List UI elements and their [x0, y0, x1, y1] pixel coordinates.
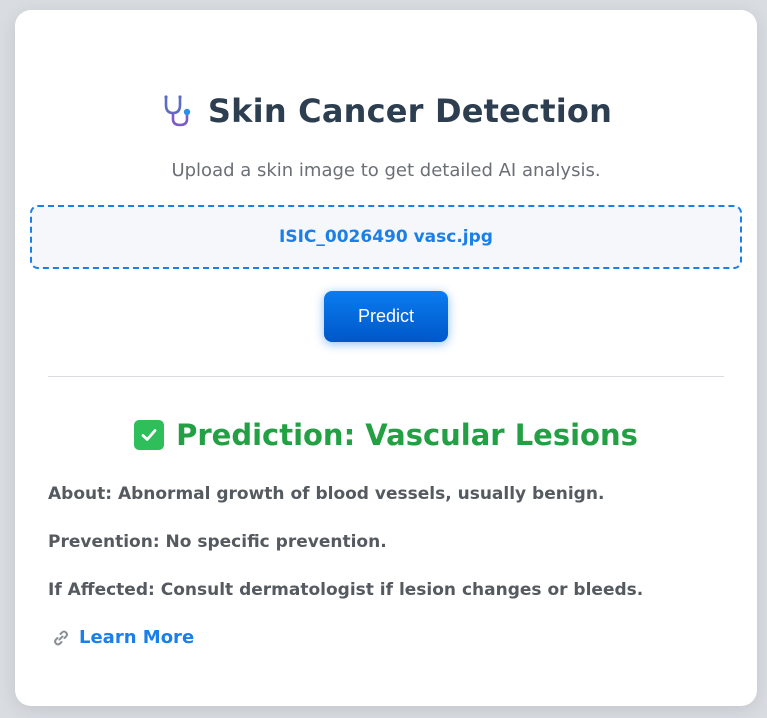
- page-title: Skin Cancer Detection: [207, 92, 613, 130]
- if-affected-text: If Affected: Consult dermatologist if le…: [48, 580, 644, 600]
- main-card: Skin Cancer Detection Upload a skin imag…: [15, 10, 757, 706]
- stethoscope-icon: [160, 93, 196, 129]
- check-icon: [134, 420, 165, 450]
- predict-button[interactable]: Predict: [324, 291, 448, 342]
- learn-more-row: Learn More: [51, 627, 194, 648]
- section-divider: [48, 376, 724, 377]
- page-subtitle: Upload a skin image to get detailed AI a…: [171, 160, 601, 181]
- file-upload-dropzone[interactable]: ISIC_0026490 vasc.jpg: [30, 205, 742, 269]
- prediction-label: Prediction: Vascular Lesions: [176, 418, 638, 452]
- header: Skin Cancer Detection: [15, 92, 757, 130]
- prediction-result: Prediction: Vascular Lesions: [15, 418, 757, 452]
- learn-more-link[interactable]: Learn More: [79, 627, 194, 648]
- prevention-text: Prevention: No specific prevention.: [48, 532, 387, 552]
- about-text: About: Abnormal growth of blood vessels,…: [48, 484, 605, 504]
- link-icon: [51, 628, 71, 648]
- uploaded-file-name: ISIC_0026490 vasc.jpg: [279, 227, 493, 247]
